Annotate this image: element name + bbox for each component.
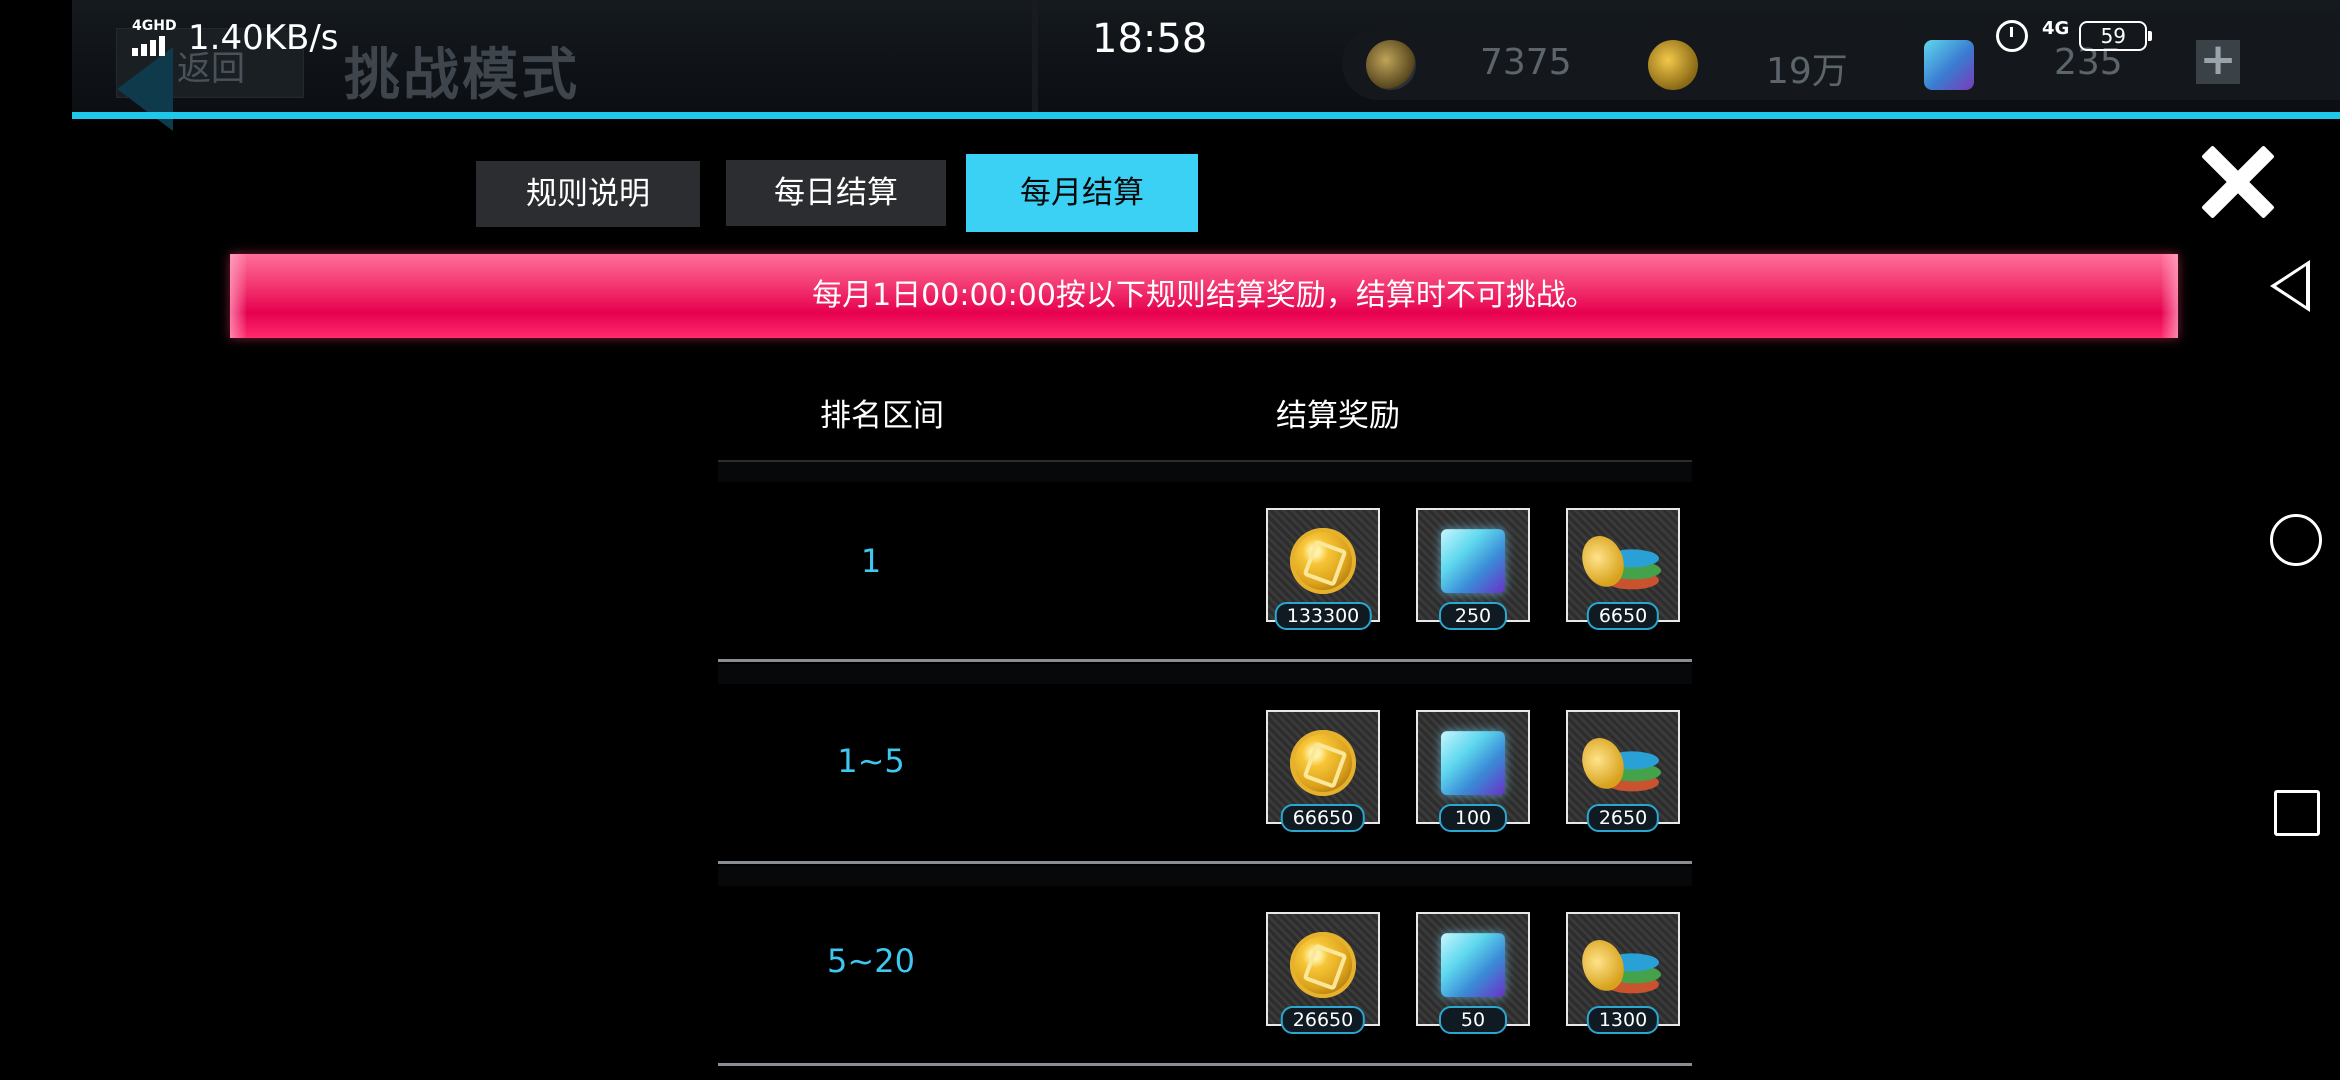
net-speed: 1.40KB/s — [188, 18, 339, 58]
rank-range: 1 — [860, 542, 882, 580]
reward-count: 6650 — [1586, 602, 1660, 630]
battery-icon: 59 — [2079, 21, 2153, 51]
chips-icon — [1575, 530, 1663, 593]
rank-range: 5~20 — [827, 942, 915, 980]
rank-range: 1~5 — [837, 742, 905, 780]
coin-icon — [1648, 40, 1698, 90]
reward-item-coin[interactable]: 26650 — [1266, 912, 1380, 1034]
coin-icon — [1290, 932, 1356, 999]
reward-item-coin[interactable]: 66650 — [1266, 710, 1380, 832]
tab-rules[interactable]: 规则说明 — [476, 161, 700, 227]
status-clock: 18:58 — [1092, 16, 1208, 62]
reward-item-coin[interactable]: 133300 — [1266, 508, 1380, 630]
reward-item-chips[interactable]: 1300 — [1566, 912, 1680, 1034]
notice-text: 每月1日00:00:00按以下规则结算奖励，结算时不可挑战。 — [812, 278, 1596, 313]
gem-icon — [1441, 731, 1505, 796]
close-icon[interactable] — [2198, 140, 2278, 224]
coin-icon — [1290, 730, 1356, 797]
reward-count: 50 — [1439, 1006, 1507, 1034]
reward-count: 133300 — [1274, 602, 1372, 630]
reward-count: 26650 — [1280, 1006, 1366, 1034]
coin-amount: 19万 — [1766, 51, 1848, 92]
column-header-reward: 结算奖励 — [1276, 398, 1400, 434]
table-row: 5~20 26650 50 1300 — [718, 866, 1692, 1066]
row-divider — [718, 659, 1692, 662]
status-left: 4GHD 1.40KB/s — [130, 18, 339, 58]
alarm-icon — [1996, 20, 2028, 52]
nav-home-icon[interactable] — [2270, 514, 2322, 566]
tab-monthly-settlement[interactable]: 每月结算 — [966, 154, 1198, 232]
gem-icon — [1924, 40, 1974, 90]
column-header-rank: 排名区间 — [820, 398, 944, 434]
gem-icon — [1441, 529, 1505, 594]
header-accent-line — [72, 112, 2340, 119]
row-divider — [718, 861, 1692, 864]
reward-item-gem[interactable]: 250 — [1416, 508, 1530, 630]
reward-item-gem[interactable]: 50 — [1416, 912, 1530, 1034]
chips-icon — [1366, 40, 1416, 90]
nav-recent-apps-icon[interactable] — [2274, 790, 2320, 836]
screen: 返回 挑战模式 7375 19万 235 + 4GHD 1.40KB/s 18:… — [0, 0, 2340, 1080]
add-currency-button[interactable]: + — [2196, 38, 2240, 84]
table-row: 1 133300 250 6650 — [718, 462, 1692, 662]
chips-icon — [1575, 934, 1663, 997]
chips-icon — [1575, 732, 1663, 795]
reward-item-chips[interactable]: 2650 — [1566, 710, 1680, 832]
tab-daily-settlement[interactable]: 每日结算 — [726, 160, 946, 226]
gem-icon — [1441, 933, 1505, 998]
reward-count: 100 — [1439, 804, 1507, 832]
reward-count: 250 — [1439, 602, 1507, 630]
network-label: 4GHD — [132, 18, 177, 34]
status-right: 4G 59 — [1996, 17, 2153, 52]
row-divider — [718, 1063, 1692, 1066]
signal-icon: 4GHD — [130, 18, 178, 58]
reward-count: 66650 — [1280, 804, 1366, 832]
table-row: 1~5 66650 100 2650 — [718, 664, 1692, 864]
header-divider — [1032, 0, 1038, 115]
notice-banner: 每月1日00:00:00按以下规则结算奖励，结算时不可挑战。 — [230, 254, 2178, 338]
reward-item-chips[interactable]: 6650 — [1566, 508, 1680, 630]
reward-item-gem[interactable]: 100 — [1416, 710, 1530, 832]
reward-count: 2650 — [1586, 804, 1660, 832]
currency-bar: 7375 19万 235 — [1342, 28, 2340, 100]
chips-amount: 7375 — [1480, 42, 1572, 83]
page-title: 挑战模式 — [344, 43, 580, 108]
nav-back-icon[interactable] — [2270, 260, 2310, 312]
coin-icon — [1290, 528, 1356, 595]
net-type: 4G — [2042, 17, 2070, 39]
reward-count: 1300 — [1586, 1006, 1660, 1034]
